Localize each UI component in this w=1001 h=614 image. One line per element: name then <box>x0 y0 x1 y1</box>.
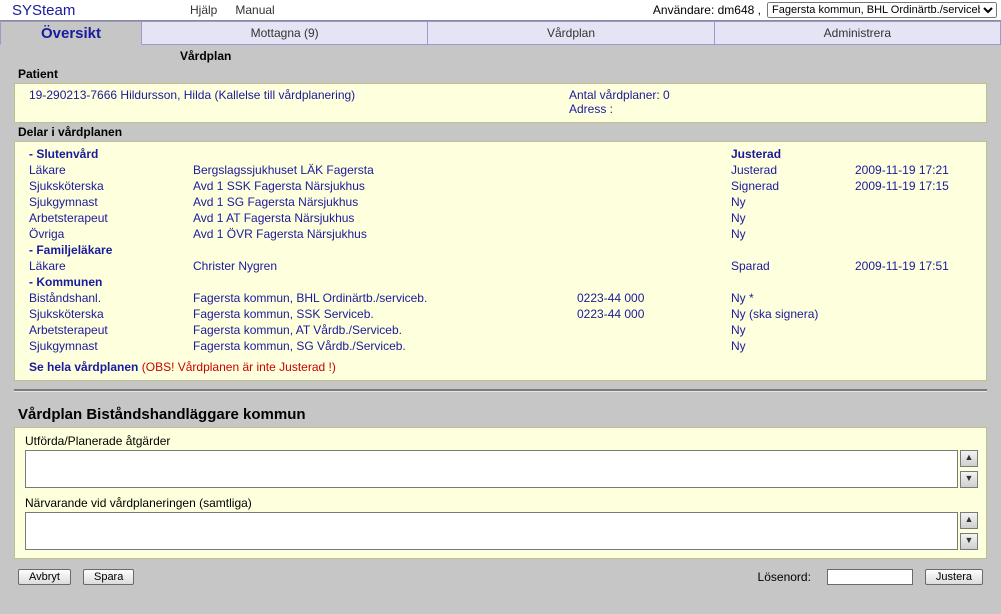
patient-section-label: Patient <box>0 65 1001 83</box>
top-bar: SYSteam Hjälp Manual Användare: dm648 , … <box>0 0 1001 21</box>
patient-plan-count: Antal vårdplaner: 0 <box>569 88 670 102</box>
field1-label: Utförda/Planerade åtgärder <box>25 434 976 448</box>
scroll-up-icon[interactable]: ▲ <box>960 512 978 529</box>
plan-parts-panel: SlutenvårdJusteradLäkareBergslagssjukhus… <box>14 141 987 381</box>
table-row[interactable]: LäkareBergslagssjukhuset LÄK FagerstaJus… <box>29 162 976 178</box>
parts-section-label: Delar i vårdplanen <box>0 123 1001 141</box>
user-label: Användare: dm648 , <box>653 3 761 17</box>
field1-scroll: ▲ ▼ <box>960 450 976 488</box>
table-row[interactable]: ArbetsterapeutAvd 1 AT Fagersta Närsjukh… <box>29 210 976 226</box>
save-button[interactable]: Spara <box>83 569 134 585</box>
field2-label: Närvarande vid vårdplaneringen (samtliga… <box>25 496 976 510</box>
tab-careplan[interactable]: Vårdplan <box>428 21 714 45</box>
scroll-down-icon[interactable]: ▼ <box>960 533 978 550</box>
menu-help[interactable]: Hjälp <box>190 3 217 17</box>
top-menus: Hjälp Manual <box>190 3 275 17</box>
see-all-link[interactable]: Se hela vårdplanen <box>29 360 138 374</box>
adjust-button[interactable]: Justera <box>925 569 983 585</box>
patient-panel: 19-290213-7666 Hildursson, Hilda (Kallel… <box>14 83 987 123</box>
scroll-up-icon[interactable]: ▲ <box>960 450 978 467</box>
scroll-down-icon[interactable]: ▼ <box>960 471 978 488</box>
cancel-button[interactable]: Avbryt <box>18 569 71 585</box>
table-row[interactable]: SjuksköterskaFagersta kommun, SSK Servic… <box>29 306 976 322</box>
patient-line: 19-290213-7666 Hildursson, Hilda (Kallel… <box>29 88 569 116</box>
tab-overview[interactable]: Översikt <box>0 21 142 45</box>
field2-scroll: ▲ ▼ <box>960 512 976 550</box>
table-row[interactable]: SjukgymnastAvd 1 SG Fagersta NärsjukhusN… <box>29 194 976 210</box>
see-all-row: Se hela vårdplanen (OBS! Vårdplanen är i… <box>29 354 976 374</box>
table-row[interactable]: ArbetsterapeutFagersta kommun, AT Vårdb.… <box>29 322 976 338</box>
see-all-warning: (OBS! Vårdplanen är inte Justerad !) <box>142 360 336 374</box>
main-tabs: Översikt Mottagna (9) Vårdplan Administr… <box>0 21 1001 45</box>
password-label: Lösenord: <box>758 570 811 584</box>
table-row[interactable]: SjuksköterskaAvd 1 SSK Fagersta Närsjukh… <box>29 178 976 194</box>
table-row[interactable]: SjukgymnastFagersta kommun, SG Vårdb./Se… <box>29 338 976 354</box>
plan-group-header: SlutenvårdJusterad <box>29 146 976 162</box>
form-panel: Utförda/Planerade åtgärder ▲ ▼ Närvarand… <box>14 427 987 559</box>
password-input[interactable] <box>827 569 913 585</box>
field1-input[interactable] <box>25 450 958 488</box>
brand: SYSteam <box>4 2 190 19</box>
tab-admin[interactable]: Administrera <box>715 21 1001 45</box>
button-row: Avbryt Spara Lösenord: Justera <box>0 559 1001 597</box>
table-row[interactable]: LäkareChrister NygrenSparad2009-11-19 17… <box>29 258 976 274</box>
form-title: Vårdplan Biståndshandläggare kommun <box>0 392 1001 427</box>
tab-received[interactable]: Mottagna (9) <box>142 21 428 45</box>
sub-header: Vårdplan <box>0 45 1001 65</box>
plan-group-header: Kommunen <box>29 274 976 290</box>
table-row[interactable]: ÖvrigaAvd 1 ÖVR Fagersta NärsjukhusNy <box>29 226 976 242</box>
table-row[interactable]: Biståndshanl.Fagersta kommun, BHL Ordinä… <box>29 290 976 306</box>
patient-address: Adress : <box>569 102 670 116</box>
plan-table: SlutenvårdJusteradLäkareBergslagssjukhus… <box>29 146 976 354</box>
field2-input[interactable] <box>25 512 958 550</box>
menu-manual[interactable]: Manual <box>235 3 274 17</box>
org-select[interactable]: Fagersta kommun, BHL Ordinärtb./serviceb… <box>767 2 997 18</box>
plan-group-header: Familjeläkare <box>29 242 976 258</box>
